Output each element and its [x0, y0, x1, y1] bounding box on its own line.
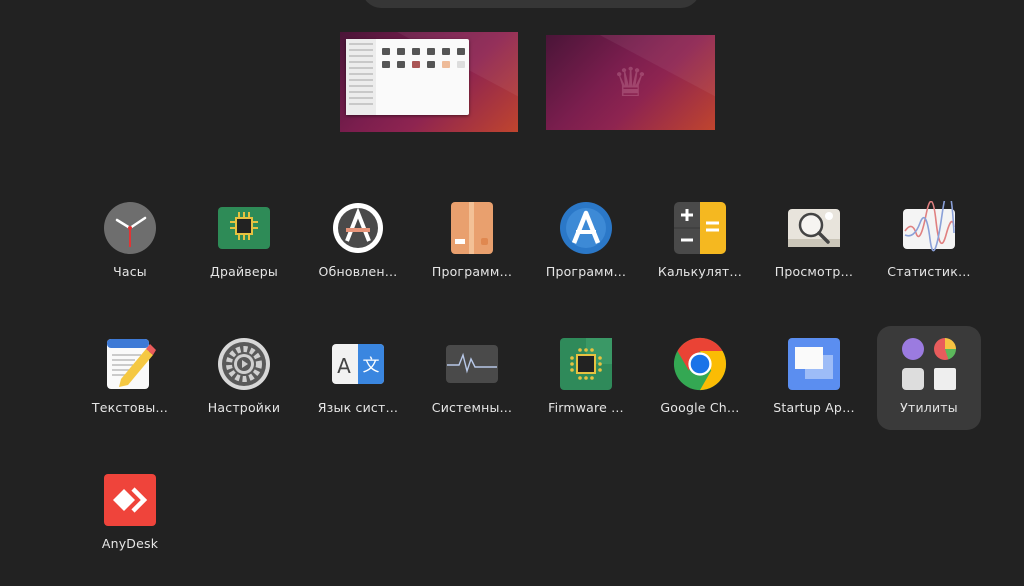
svg-text:文: 文: [363, 356, 380, 376]
app-software-updater[interactable]: Обновлен…: [306, 190, 410, 294]
app-chrome[interactable]: Google Ch…: [648, 326, 752, 430]
clock-icon: [103, 201, 157, 255]
app-label: Драйверы: [210, 264, 278, 279]
chrome-icon: [673, 337, 727, 391]
app-label: Настройки: [207, 400, 281, 415]
app-utilities-folder[interactable]: Утилиты: [877, 326, 981, 430]
ubuntu-crown-logo: ♛: [612, 59, 649, 106]
app-language[interactable]: A 文 Язык сист…: [306, 326, 410, 430]
firmware-chip-icon: [559, 337, 613, 391]
utilities-folder-icon: [902, 337, 956, 391]
workspace-thumbnail-1[interactable]: [340, 32, 518, 132]
app-label: Программ…: [431, 264, 513, 279]
app-anydesk[interactable]: AnyDesk: [78, 462, 182, 566]
app-calculator[interactable]: Калькулят…: [648, 190, 752, 294]
app-startup-apps[interactable]: Startup Ap…: [762, 326, 866, 430]
app-settings-gear[interactable]: Настройки: [192, 326, 296, 430]
app-label: Статистик…: [887, 264, 971, 279]
package-box-icon: [445, 201, 499, 255]
app-clock[interactable]: Часы: [78, 190, 182, 294]
chip-icon: [217, 201, 271, 255]
app-label: Google Ch…: [660, 400, 740, 415]
app-app-center[interactable]: Программ…: [534, 190, 638, 294]
svg-text:A: A: [337, 354, 351, 378]
text-editor-icon: [103, 337, 157, 391]
app-label: Калькулят…: [657, 264, 743, 279]
app-image-viewer[interactable]: Просмотр…: [762, 190, 866, 294]
system-monitor-icon: [445, 337, 499, 391]
app-label: Системны…: [431, 400, 513, 415]
app-label: AnyDesk: [101, 536, 159, 551]
app-package-box[interactable]: Программ…: [420, 190, 524, 294]
image-viewer-icon: [787, 201, 841, 255]
app-statistics-chart[interactable]: Статистик…: [877, 190, 981, 294]
startup-apps-icon: [787, 337, 841, 391]
app-label: Текстовы…: [91, 400, 169, 415]
app-system-monitor[interactable]: Системны…: [420, 326, 524, 430]
app-label: Часы: [113, 264, 147, 279]
app-firmware-chip[interactable]: Firmware …: [534, 326, 638, 430]
app-center-icon: [559, 201, 613, 255]
file-manager-window-thumbnail[interactable]: [346, 39, 469, 115]
app-label: Firmware …: [548, 400, 624, 415]
app-label: Программ…: [545, 264, 627, 279]
workspace-thumbnail-2[interactable]: ♛: [546, 35, 715, 130]
app-text-editor[interactable]: Текстовы…: [78, 326, 182, 430]
language-icon: A文: [331, 337, 385, 391]
settings-gear-icon: [217, 337, 271, 391]
software-updater-icon: [331, 201, 385, 255]
app-label: Startup Ap…: [773, 400, 855, 415]
app-label: Язык сист…: [317, 400, 399, 415]
app-label: Обновлен…: [318, 264, 398, 279]
app-chip[interactable]: Драйверы: [192, 190, 296, 294]
anydesk-icon: [103, 473, 157, 527]
statistics-chart-icon: [902, 201, 956, 255]
app-label: Утилиты: [900, 400, 958, 415]
search-bar[interactable]: [362, 0, 700, 8]
calculator-icon: [673, 201, 727, 255]
app-label: Просмотр…: [774, 264, 854, 279]
